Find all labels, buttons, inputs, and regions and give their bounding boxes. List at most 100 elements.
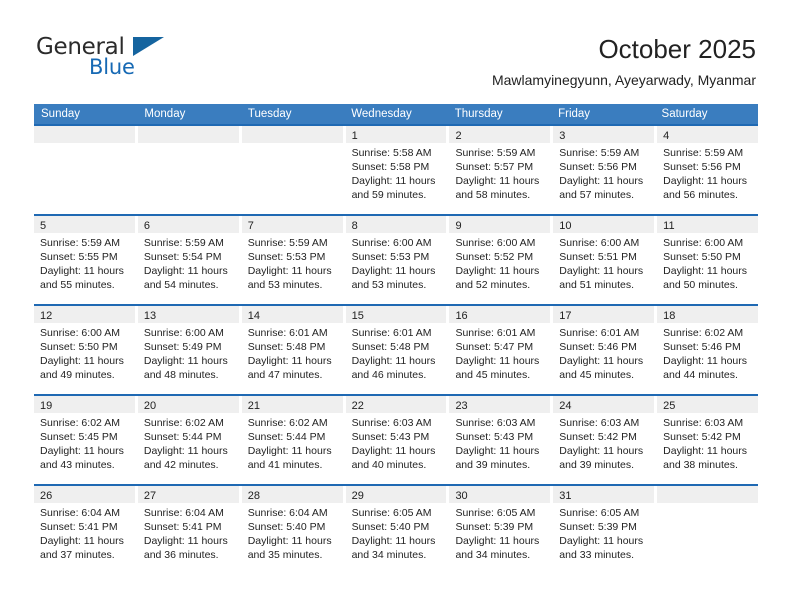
sunrise-time: Sunrise: 6:05 AM: [351, 507, 432, 519]
day-number: 25: [663, 400, 676, 412]
calendar-day-cell[interactable]: 13 Sunrise: 6:00 AM Sunset: 5:49 PM Dayligh…: [137, 306, 242, 394]
calendar-day-cell[interactable]: 2 Sunrise: 5:59 AM Sunset: 5:57 PM Daylight…: [449, 126, 554, 214]
sunset-time: Sunset: 5:41 PM: [40, 521, 118, 533]
day-number: 19: [40, 400, 53, 412]
day-sun-info: Sunrise: 5:59 AM Sunset: 5:56 PM Daylight:…: [553, 143, 654, 202]
daylight-duration-line1: Daylight: 11 hours: [455, 445, 540, 457]
day-sun-info: Sunrise: 5:59 AM Sunset: 5:57 PM Daylight:…: [449, 143, 550, 202]
day-number: 7: [247, 220, 254, 232]
page-title: October 2025: [598, 34, 756, 64]
blue-triangle-mark-icon: [133, 37, 164, 56]
calendar-day-cell[interactable]: 22 Sunrise: 6:03 AM Sunset: 5:43 PM Dayligh…: [345, 396, 450, 484]
daylight-duration-line2: and 36 minutes.: [143, 549, 219, 561]
day-number-strip: 28: [241, 486, 343, 503]
calendar-day-cell[interactable]: 27 Sunrise: 6:04 AM Sunset: 5:41 PM Dayligh…: [137, 486, 242, 574]
daylight-duration-line2: and 45 minutes.: [559, 369, 635, 381]
day-number-strip: 27: [137, 486, 239, 503]
day-number-strip: 16: [449, 306, 551, 323]
daylight-duration-line1: Daylight: 11 hours: [559, 535, 644, 547]
calendar-day-cell[interactable]: 23 Sunrise: 6:03 AM Sunset: 5:43 PM Dayligh…: [449, 396, 554, 484]
calendar-day-cell[interactable]: 29 Sunrise: 6:05 AM Sunset: 5:40 PM Dayligh…: [345, 486, 450, 574]
day-sun-info: Sunrise: 6:00 AM Sunset: 5:53 PM Daylight:…: [346, 233, 447, 292]
sunset-time: Sunset: 5:50 PM: [663, 251, 741, 263]
sunset-time: Sunset: 5:50 PM: [40, 341, 118, 353]
calendar-day-cell[interactable]: 25 Sunrise: 6:03 AM Sunset: 5:42 PM Dayligh…: [657, 396, 759, 484]
general-blue-logo[interactable]: General Blue: [36, 34, 236, 92]
calendar-day-cell[interactable]: 8 Sunrise: 6:00 AM Sunset: 5:53 PM Daylight…: [345, 216, 450, 304]
calendar-day-cell[interactable]: 7 Sunrise: 5:59 AM Sunset: 5:53 PM Daylight…: [241, 216, 346, 304]
day-sun-info: Sunrise: 6:03 AM Sunset: 5:42 PM Daylight:…: [657, 413, 758, 472]
calendar-day-cell[interactable]: 5 Sunrise: 5:59 AM Sunset: 5:55 PM Daylight…: [34, 216, 138, 304]
calendar-day-cell[interactable]: 31 Sunrise: 6:05 AM Sunset: 5:39 PM Dayligh…: [553, 486, 658, 574]
day-number-strip: 5: [34, 216, 135, 233]
sunset-time: Sunset: 5:43 PM: [351, 431, 430, 443]
daylight-duration-line2: and 34 minutes.: [351, 549, 427, 561]
sunrise-time: Sunrise: 6:03 AM: [663, 417, 744, 429]
day-number-strip: [34, 126, 135, 143]
sunset-time: Sunset: 5:45 PM: [40, 431, 118, 443]
daylight-duration-line2: and 39 minutes.: [559, 459, 635, 471]
day-sun-info: Sunrise: 6:00 AM Sunset: 5:50 PM Daylight:…: [34, 323, 135, 382]
sunset-time: Sunset: 5:46 PM: [559, 341, 637, 353]
daylight-duration-line2: and 53 minutes.: [247, 279, 323, 291]
daylight-duration-line2: and 53 minutes.: [351, 279, 427, 291]
day-number-strip: 8: [345, 216, 447, 233]
daylight-duration-line1: Daylight: 11 hours: [247, 445, 332, 457]
sunrise-time: Sunrise: 5:59 AM: [663, 147, 744, 159]
calendar-day-cell[interactable]: 30 Sunrise: 6:05 AM Sunset: 5:39 PM Dayligh…: [449, 486, 554, 574]
daylight-duration-line2: and 49 minutes.: [40, 369, 115, 381]
day-number-strip: 20: [137, 396, 239, 413]
day-number: 8: [351, 220, 358, 232]
calendar-day-cell[interactable]: 4 Sunrise: 5:59 AM Sunset: 5:56 PM Daylight…: [657, 126, 759, 214]
calendar-day-cell[interactable]: 28 Sunrise: 6:04 AM Sunset: 5:40 PM Dayligh…: [241, 486, 346, 574]
daylight-duration-line2: and 35 minutes.: [247, 549, 323, 561]
daylight-duration-line2: and 54 minutes.: [143, 279, 219, 291]
calendar-day-cell[interactable]: 24 Sunrise: 6:03 AM Sunset: 5:42 PM Dayligh…: [553, 396, 658, 484]
calendar-day-cell[interactable]: 19 Sunrise: 6:02 AM Sunset: 5:45 PM Dayligh…: [34, 396, 138, 484]
sunset-time: Sunset: 5:55 PM: [40, 251, 118, 263]
day-number: 24: [559, 400, 572, 412]
daylight-duration-line1: Daylight: 11 hours: [559, 175, 644, 187]
daylight-duration-line1: Daylight: 11 hours: [143, 265, 228, 277]
daylight-duration-line2: and 56 minutes.: [663, 189, 738, 201]
day-number-strip: 17: [553, 306, 655, 323]
daylight-duration-line2: and 48 minutes.: [143, 369, 219, 381]
sunrise-time: Sunrise: 6:01 AM: [455, 327, 536, 339]
calendar-day-cell[interactable]: 12 Sunrise: 6:00 AM Sunset: 5:50 PM Dayligh…: [34, 306, 138, 394]
calendar-day-cell[interactable]: 14 Sunrise: 6:01 AM Sunset: 5:48 PM Dayligh…: [241, 306, 346, 394]
calendar-day-cell[interactable]: 20 Sunrise: 6:02 AM Sunset: 5:44 PM Dayligh…: [137, 396, 242, 484]
daylight-duration-line1: Daylight: 11 hours: [40, 445, 124, 457]
weekday-header-monday: Monday: [144, 108, 186, 120]
calendar-week-row: 1 Sunrise: 5:58 AM Sunset: 5:58 PM Daylight…: [34, 124, 759, 214]
daylight-duration-line2: and 42 minutes.: [143, 459, 219, 471]
sunrise-time: Sunrise: 6:05 AM: [559, 507, 640, 519]
sunrise-time: Sunrise: 6:04 AM: [247, 507, 328, 519]
calendar-day-cell[interactable]: 10 Sunrise: 6:00 AM Sunset: 5:51 PM Dayligh…: [553, 216, 658, 304]
sunset-time: Sunset: 5:52 PM: [455, 251, 534, 263]
calendar-day-cell[interactable]: 3 Sunrise: 5:59 AM Sunset: 5:56 PM Daylight…: [553, 126, 658, 214]
sunset-time: Sunset: 5:40 PM: [351, 521, 430, 533]
sunrise-time: Sunrise: 6:04 AM: [143, 507, 224, 519]
calendar-day-cell[interactable]: 6 Sunrise: 5:59 AM Sunset: 5:54 PM Daylight…: [137, 216, 242, 304]
day-number-strip: 25: [657, 396, 759, 413]
calendar-day-cell[interactable]: 26 Sunrise: 6:04 AM Sunset: 5:41 PM Dayligh…: [34, 486, 138, 574]
sunrise-time: Sunrise: 6:02 AM: [143, 417, 224, 429]
day-number-strip: 6: [137, 216, 239, 233]
day-number: 11: [663, 220, 675, 232]
day-number-strip: [241, 126, 343, 143]
calendar-day-cell[interactable]: 21 Sunrise: 6:02 AM Sunset: 5:44 PM Dayligh…: [241, 396, 346, 484]
sunrise-time: Sunrise: 6:00 AM: [40, 327, 120, 339]
daylight-duration-line2: and 33 minutes.: [559, 549, 635, 561]
day-sun-info: Sunrise: 6:02 AM Sunset: 5:44 PM Daylight:…: [138, 413, 239, 472]
calendar-day-cell[interactable]: 9 Sunrise: 6:00 AM Sunset: 5:52 PM Daylight…: [449, 216, 554, 304]
daylight-duration-line2: and 43 minutes.: [40, 459, 115, 471]
calendar-day-cell[interactable]: 16 Sunrise: 6:01 AM Sunset: 5:47 PM Dayligh…: [449, 306, 554, 394]
calendar-day-cell[interactable]: 11 Sunrise: 6:00 AM Sunset: 5:50 PM Dayligh…: [657, 216, 759, 304]
calendar-day-cell[interactable]: 18 Sunrise: 6:02 AM Sunset: 5:46 PM Dayligh…: [657, 306, 759, 394]
sunset-time: Sunset: 5:48 PM: [351, 341, 430, 353]
calendar-day-cell[interactable]: 17 Sunrise: 6:01 AM Sunset: 5:46 PM Dayligh…: [553, 306, 658, 394]
calendar-day-cell[interactable]: 15 Sunrise: 6:01 AM Sunset: 5:48 PM Dayligh…: [345, 306, 450, 394]
day-number: 9: [455, 220, 462, 232]
daylight-duration-line2: and 51 minutes.: [559, 279, 635, 291]
calendar-day-cell[interactable]: 1 Sunrise: 5:58 AM Sunset: 5:58 PM Daylight…: [345, 126, 450, 214]
